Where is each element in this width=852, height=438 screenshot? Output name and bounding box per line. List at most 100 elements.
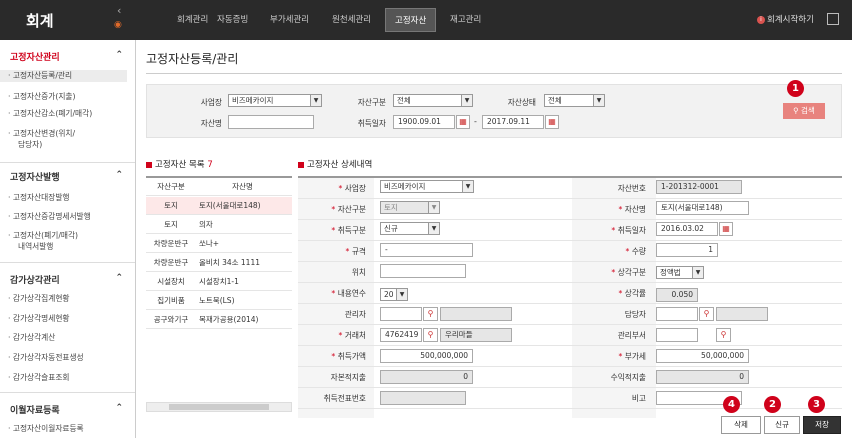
filter-date-from-input[interactable]: 1900.09.01 — [393, 115, 455, 129]
acq-type-select[interactable]: 신규 ▼ — [380, 222, 440, 235]
start-accounting-link[interactable]: i 회계시작하기 — [757, 13, 814, 25]
manager-name-display — [440, 307, 512, 321]
note-label: 비고 — [631, 394, 646, 403]
nav-item-vat[interactable]: 부가세관리 — [270, 13, 309, 25]
new-button[interactable]: 신규 — [764, 416, 800, 434]
asset-list-table: 자산구분 자산명 토지 토지(서울대로148) 토지 의자 차량운반구 쏘나+ 차량운반… — [146, 176, 292, 412]
filter-asset-status-select[interactable]: 전체 ▼ — [544, 94, 605, 107]
sidebar-section-fixed-asset-mgmt[interactable]: 고정자산관리 ⌃ — [0, 50, 135, 63]
filter-date-to-input[interactable]: 2017.09.11 — [482, 115, 544, 129]
chevron-up-icon[interactable]: ⌃ — [115, 403, 123, 413]
list-horizontal-scrollbar[interactable] — [146, 402, 292, 412]
search-icon: ⚲ — [793, 106, 799, 115]
table-row[interactable]: 공구와기구 목재가공용(2014) — [146, 311, 292, 329]
sidebar-item-dep-detail[interactable]: · 감가상각명세현황 — [8, 313, 135, 325]
dep-type-select[interactable]: 정액법 ▼ — [656, 266, 704, 279]
table-row[interactable]: 토지 의자 — [146, 216, 292, 234]
nav-item-withholding-tax[interactable]: 원천세관리 — [332, 13, 371, 25]
capex-label: 자본적지출 — [330, 373, 366, 382]
asset-no-label: 자산번호 — [617, 184, 646, 193]
calculator-icon[interactable] — [827, 13, 839, 25]
sidebar-section-depreciation[interactable]: 감가상각관리 ⌃ — [0, 273, 135, 286]
search-icon[interactable]: ⚲ — [716, 328, 731, 342]
sidebar-item-asset-increase[interactable]: · 고정자산증가(지출) — [8, 91, 135, 103]
sidebar-divider — [0, 162, 135, 163]
sidebar-divider — [0, 262, 135, 263]
revenue-exp-display: 0 — [656, 370, 749, 384]
sidebar-section-asset-issue[interactable]: 고정자산발행 ⌃ — [0, 170, 135, 183]
filter-asset-name-label: 자산명 — [200, 119, 222, 128]
sidebar-item-asset-change-statement[interactable]: · 고정자산증감명세서발행 — [8, 211, 135, 223]
business-select[interactable]: 비즈메카이지 ▼ — [380, 180, 474, 193]
acq-date-input[interactable]: 2016.03.02 — [656, 222, 718, 236]
sidebar-item-dep-auto-voucher[interactable]: · 감가상각자동전표생성 — [8, 352, 135, 364]
voucher-display — [380, 391, 466, 405]
spec-input[interactable]: - — [380, 243, 473, 257]
table-row[interactable]: 시설장치 시설장치1-1 — [146, 273, 292, 291]
dept-input[interactable] — [656, 328, 698, 342]
table-row[interactable]: 토지 토지(서울대로148) — [146, 197, 292, 215]
collapse-sidebar-icon[interactable]: ‹ — [117, 4, 121, 17]
chevron-down-icon: ▼ — [461, 95, 472, 106]
delete-button[interactable]: 삭제 — [721, 416, 761, 434]
filter-business-select[interactable]: 비즈메카이지 ▼ — [228, 94, 322, 107]
save-button[interactable]: 저장 — [803, 416, 841, 434]
start-accounting-label: 회계시작하기 — [767, 15, 814, 25]
search-icon[interactable]: ⚲ — [423, 307, 438, 321]
qty-input[interactable]: 1 — [656, 243, 718, 257]
sidebar-item-dep-summary[interactable]: · 감가상각집계현황 — [8, 293, 135, 305]
nav-item-auto-evidence[interactable]: 자동증빙 — [217, 13, 248, 25]
chevron-up-icon[interactable]: ⌃ — [115, 170, 123, 180]
scrollbar-thumb[interactable] — [169, 404, 269, 410]
chevron-down-icon: ▼ — [428, 202, 439, 213]
table-row[interactable]: 집기비품 노트북(LS) — [146, 292, 292, 310]
nav-item-inventory[interactable]: 재고관리 — [450, 13, 481, 25]
search-icon[interactable]: ⚲ — [699, 307, 714, 321]
filter-asset-name-input[interactable] — [228, 115, 314, 129]
location-input[interactable] — [380, 264, 466, 278]
filter-asset-type-select[interactable]: 전체 ▼ — [393, 94, 473, 107]
table-row[interactable]: 차량운반구 쏘나+ — [146, 235, 292, 253]
vat-input[interactable]: 50,000,000 — [656, 349, 749, 363]
acq-amount-input[interactable]: 500,000,000 — [380, 349, 473, 363]
chevron-up-icon[interactable]: ⌃ — [115, 273, 123, 283]
calendar-icon[interactable]: ▦ — [719, 222, 733, 236]
spec-label: * 규격 — [345, 247, 366, 256]
vendor-code-input[interactable]: 4762419 — [380, 328, 422, 342]
dep-type-label: * 상각구분 — [611, 268, 646, 277]
table-row[interactable]: 차량운반구 올비치 34소 1111 — [146, 254, 292, 272]
chevron-down-icon: ▼ — [310, 95, 321, 106]
sidebar-item-dep-calc[interactable]: · 감가상각계산 — [8, 332, 135, 344]
chevron-down-icon: ▼ — [692, 267, 703, 278]
filter-asset-status-label: 자산상태 — [507, 98, 536, 107]
search-icon[interactable]: ⚲ — [423, 328, 438, 342]
manager-input[interactable] — [380, 307, 422, 321]
nav-item-fixed-assets[interactable]: 고정자산 — [385, 8, 437, 32]
sidebar-section-carryover[interactable]: 이월자료등록 ⌃ — [0, 403, 135, 416]
asset-name-input[interactable]: 토지(서울대로148) — [656, 201, 749, 215]
life-select[interactable]: 20 ▼ — [380, 288, 408, 301]
sidebar-item-dep-query[interactable]: · 감가상각슬표조회 — [8, 372, 135, 384]
sidebar-item-carryover-register[interactable]: · 고정자산이월자료등록 — [8, 423, 135, 435]
sidebar-item-asset-register[interactable]: · 고정자산등록/관리 — [0, 70, 127, 82]
calendar-icon[interactable]: ▦ — [456, 115, 470, 129]
sidebar-item-asset-decrease[interactable]: · 고정자산감소(폐기/매각) — [8, 108, 135, 120]
owner-input[interactable] — [656, 307, 698, 321]
search-button[interactable]: ⚲ 검색 — [783, 103, 825, 119]
vat-label: * 부가세 — [618, 352, 646, 361]
step-badge-delete: 4 — [723, 396, 740, 413]
owner-label: 담당자 — [624, 310, 646, 319]
sidebar-item-asset-change-cont[interactable]: 담당자) — [18, 139, 145, 151]
location-label: 위치 — [351, 268, 366, 277]
chevron-up-icon[interactable]: ⌃ — [115, 50, 123, 60]
sidebar-item-disposal-statement-cont[interactable]: 내역서발행 — [18, 241, 145, 253]
sidebar-item-asset-ledger[interactable]: · 고정자산대장발행 — [8, 192, 135, 204]
owner-name-display — [716, 307, 768, 321]
nav-item-accounting[interactable]: 회계관리 — [177, 13, 208, 25]
asset-type-select[interactable]: 토지 ▼ — [380, 201, 440, 214]
calendar-icon[interactable]: ▦ — [545, 115, 559, 129]
page-title: 고정자산등록/관리 — [146, 52, 239, 66]
headset-icon[interactable]: ◉ — [114, 20, 128, 32]
manager-label: 관리자 — [344, 310, 366, 319]
asset-no-display: 1-201312-0001 — [656, 180, 742, 194]
